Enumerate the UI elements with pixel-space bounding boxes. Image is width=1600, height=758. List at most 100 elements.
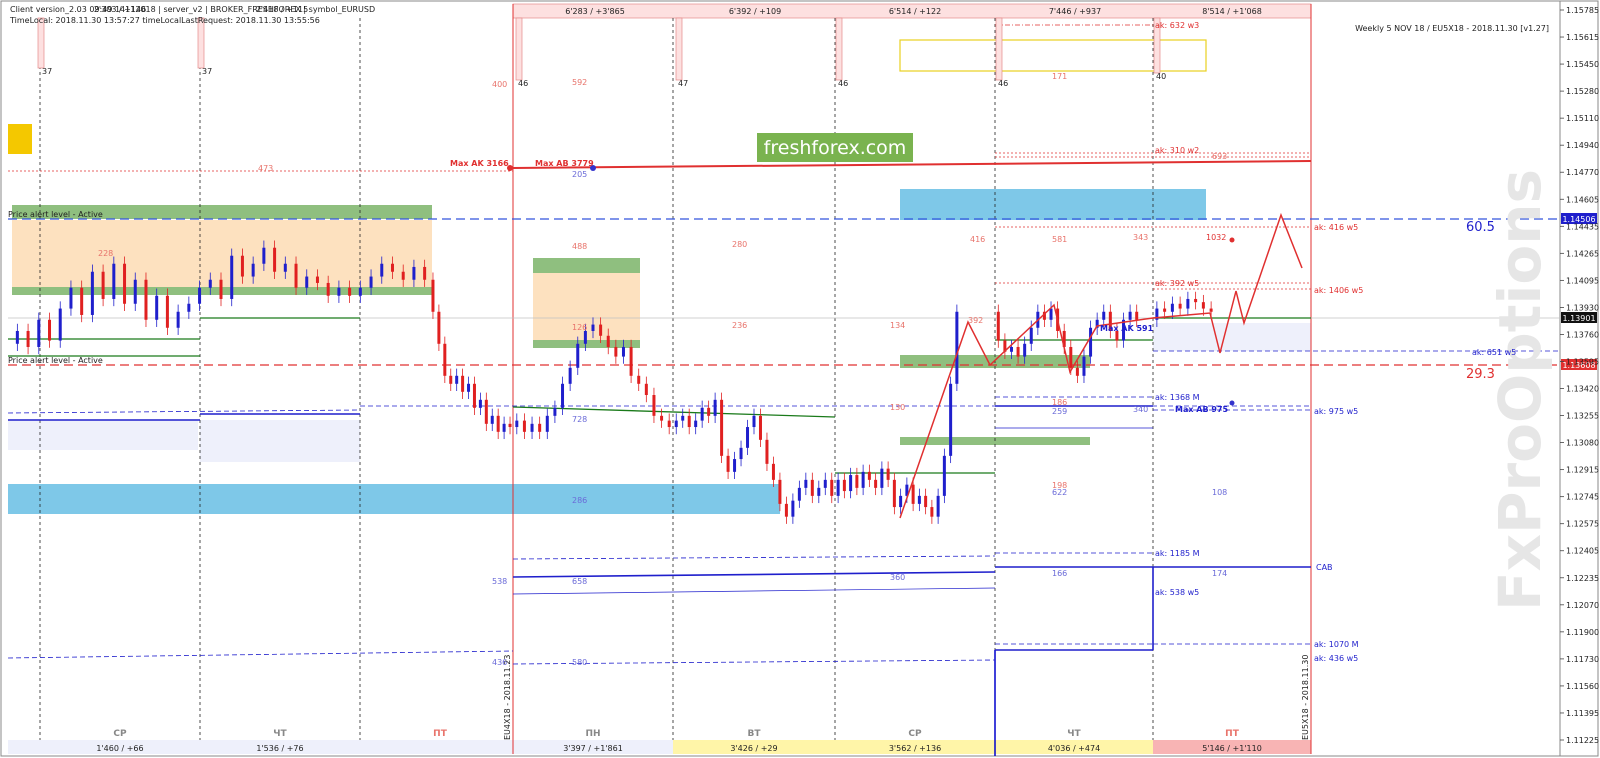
- price-chart: freshforex.com FxProOptions Client versi…: [0, 0, 1599, 757]
- svg-text:228: 228: [98, 249, 113, 258]
- price-tick-label: 1.12235: [1566, 574, 1599, 583]
- candle-body: [545, 415, 549, 432]
- yellow-marker: [8, 124, 32, 154]
- candle-body: [484, 399, 488, 424]
- chart-title: Weekly 5 NOV 18 / EU5X18 - 2018.11.30 [v…: [1355, 24, 1549, 33]
- candle-body: [880, 468, 884, 488]
- price-tick-label: 1.12915: [1566, 466, 1599, 475]
- svg-text:205: 205: [572, 170, 587, 179]
- freshforex-banner: freshforex.com: [764, 137, 907, 159]
- candle-body: [1178, 303, 1182, 309]
- candle-body: [437, 311, 441, 344]
- svg-text:ПТ: ПТ: [433, 729, 448, 739]
- price-tick-label: 1.14605: [1566, 195, 1599, 204]
- candle-body: [508, 423, 512, 428]
- svg-text:ПТ: ПТ: [1225, 729, 1240, 739]
- svg-text:236: 236: [732, 321, 747, 330]
- candle-body: [315, 276, 319, 283]
- lavender-zone-2: [200, 420, 360, 462]
- candle-body: [713, 399, 717, 416]
- lavender-zone-1: [8, 420, 198, 450]
- svg-text:4'036 / +474: 4'036 / +474: [1048, 744, 1100, 753]
- svg-text:ak: 538 w5: ak: 538 w5: [1155, 588, 1199, 597]
- price-tick-label: 1.14095: [1566, 276, 1599, 285]
- svg-text:46: 46: [998, 79, 1008, 88]
- candle-body: [1089, 327, 1093, 357]
- candle-body: [784, 503, 788, 517]
- candle-body: [942, 455, 946, 496]
- candle-body: [69, 287, 73, 309]
- svg-text:693: 693: [1212, 152, 1227, 161]
- candle-body: [515, 420, 519, 428]
- svg-text:ak: 1070 M: ak: 1070 M: [1314, 640, 1359, 649]
- candle-body: [26, 330, 30, 347]
- price-tick-label: 1.15450: [1566, 60, 1599, 69]
- svg-text:360: 360: [890, 573, 905, 582]
- candle-body: [823, 479, 827, 488]
- candle-body: [522, 420, 526, 432]
- svg-text:1032: 1032: [1206, 233, 1226, 242]
- candle-body: [591, 324, 595, 331]
- svg-text:343: 343: [1133, 233, 1148, 242]
- cab-label: CAB: [1316, 563, 1333, 572]
- client-info: Client version_2.03 09:49 14112018 | ser…: [10, 5, 375, 14]
- candle-body: [467, 383, 471, 392]
- lavender-zone-3: [1153, 323, 1311, 351]
- svg-text:728: 728: [572, 415, 587, 424]
- svg-text:ak: 436 w5: ak: 436 w5: [1314, 654, 1358, 663]
- candle-body: [58, 308, 62, 341]
- max-ab-low-label: Max AB 975: [1175, 405, 1229, 414]
- candle-body: [123, 263, 127, 304]
- candle-body: [804, 479, 808, 488]
- candle-body: [874, 479, 878, 488]
- price-tick-label: 1.11560: [1566, 682, 1599, 691]
- candle-body: [1209, 308, 1213, 312]
- svg-text:286: 286: [572, 496, 587, 505]
- svg-text:580: 580: [572, 658, 587, 667]
- candle-body: [369, 276, 373, 288]
- candle-body: [478, 399, 482, 408]
- candle-body: [917, 495, 921, 504]
- svg-text:581: 581: [1052, 235, 1067, 244]
- svg-text:37: 37: [202, 67, 212, 76]
- candle-body: [187, 303, 191, 312]
- candle-body: [797, 487, 801, 501]
- candle-body: [472, 383, 476, 408]
- candle-body: [899, 495, 903, 508]
- svg-text:340: 340: [1133, 405, 1148, 414]
- candle-body: [568, 367, 572, 384]
- candle-body: [924, 495, 928, 508]
- price-tick-label: 1.15280: [1566, 87, 1599, 96]
- candle-body: [700, 407, 704, 421]
- svg-text:622: 622: [1052, 488, 1067, 497]
- day-separators: [39, 18, 1154, 740]
- time-info: TimeLocal: 2018.11.30 13:57:27 timeLocal…: [9, 16, 320, 25]
- price-tick-label: 1.11730: [1566, 655, 1599, 664]
- svg-text:ak: 632 w3: ak: 632 w3: [1155, 21, 1199, 30]
- candle-body: [765, 439, 769, 464]
- svg-text:488: 488: [572, 242, 587, 251]
- svg-text:40: 40: [1156, 72, 1166, 81]
- candle-body: [1009, 346, 1013, 352]
- candle-body: [652, 395, 656, 416]
- candle-body: [112, 263, 116, 299]
- price-tick-label: 1.14435: [1566, 222, 1599, 231]
- candle-body: [412, 266, 416, 280]
- candle-body: [694, 420, 698, 428]
- svg-text:1'460 / +66: 1'460 / +66: [96, 744, 143, 753]
- price-tick-label: 1.12575: [1566, 520, 1599, 529]
- candle-body: [1049, 308, 1053, 320]
- candle-body: [283, 263, 287, 272]
- candle-body: [707, 407, 711, 416]
- svg-text:8'514 / +1'068: 8'514 / +1'068: [1202, 7, 1262, 16]
- price-tick-label: 1.12070: [1566, 601, 1599, 610]
- svg-text:ВТ: ВТ: [748, 729, 762, 739]
- candle-body: [681, 415, 685, 421]
- candle-body: [144, 279, 148, 320]
- svg-text:174: 174: [1212, 569, 1227, 578]
- candle-body: [443, 343, 447, 376]
- candle-body: [1163, 308, 1167, 312]
- svg-text:6'283 / +3'865: 6'283 / +3'865: [565, 7, 625, 16]
- svg-text:ak: 1368 M: ak: 1368 M: [1155, 393, 1200, 402]
- candle-body: [1135, 311, 1139, 320]
